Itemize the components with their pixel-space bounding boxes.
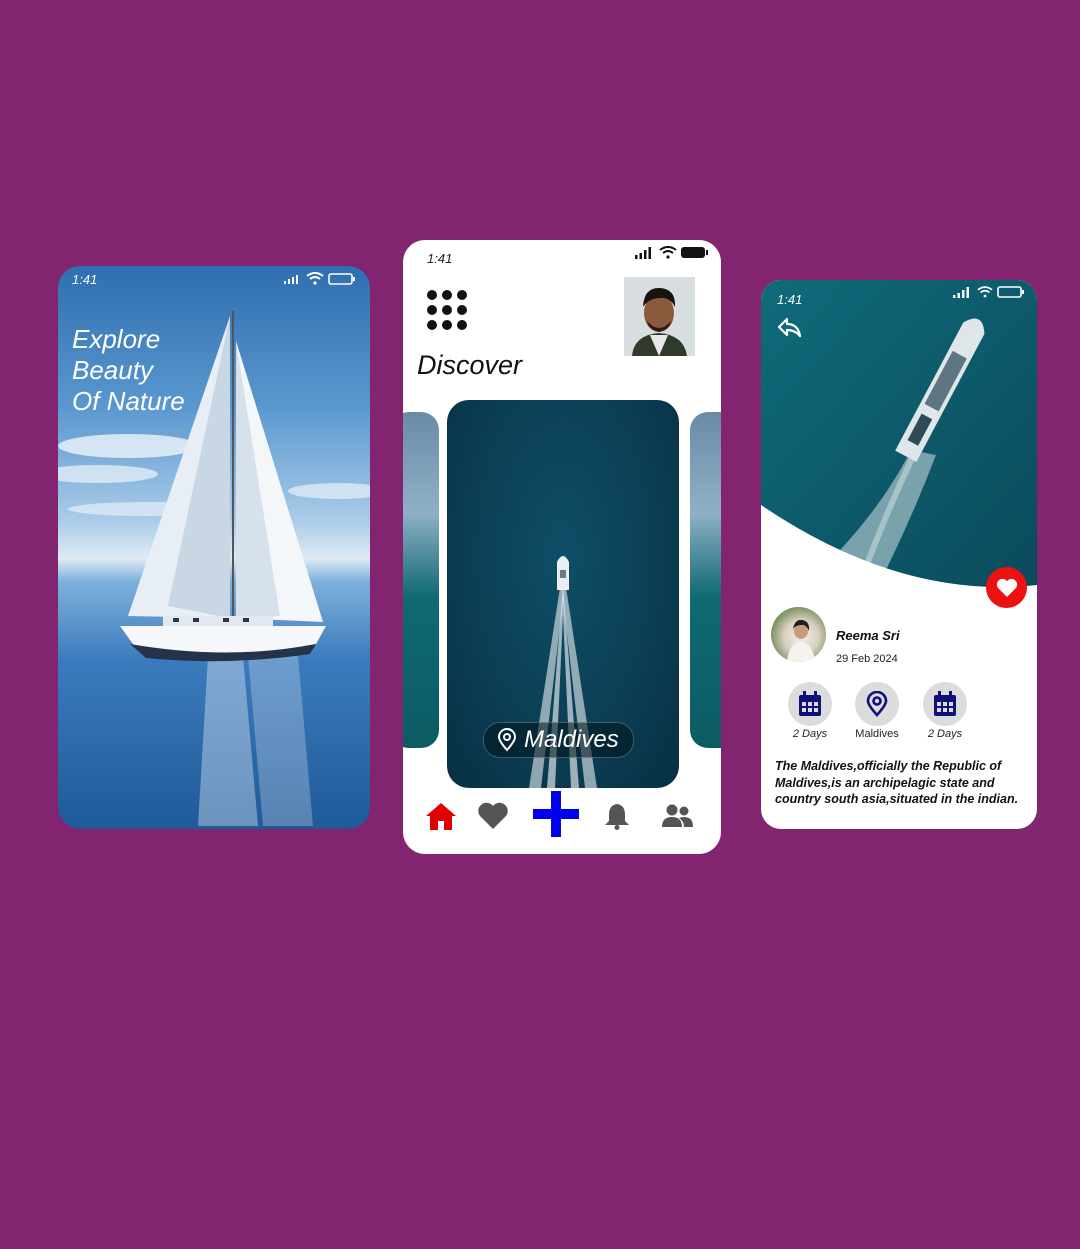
battery-icon — [328, 272, 355, 285]
stat-duration: 2 Days — [778, 682, 842, 740]
signal-icon — [953, 286, 969, 298]
destination-card[interactable]: Maldives — [447, 400, 679, 788]
hero-title: Explore Beauty Of Nature — [72, 324, 185, 417]
author-photo-image — [787, 619, 815, 662]
people-icon — [662, 804, 693, 827]
back-button[interactable] — [777, 316, 803, 340]
bell-icon — [605, 804, 629, 830]
profile-photo-image — [624, 277, 695, 356]
like-button[interactable] — [986, 567, 1027, 608]
profile-avatar[interactable] — [624, 277, 695, 356]
back-arrow-icon — [777, 317, 802, 338]
home-icon — [426, 803, 456, 830]
nav-notifications[interactable] — [597, 792, 637, 840]
stat-duration: 2 Days — [913, 682, 977, 740]
carousel-card-next[interactable] — [690, 412, 721, 748]
status-time: 1:41 — [72, 272, 98, 287]
post-date: 29 Feb 2024 — [836, 653, 898, 665]
bottom-navigation — [421, 791, 711, 852]
destination-description: The Maldives,officially the Republic of … — [775, 759, 1019, 806]
wifi-icon — [659, 246, 677, 259]
hero-title-line: Of Nature — [72, 386, 185, 416]
detail-screen: 1:41 Reema Sri 29 Feb 2024 2 Days Maldiv… — [761, 280, 1037, 829]
location-label: Maldives — [524, 726, 619, 753]
nav-home[interactable] — [421, 792, 461, 840]
splash-screen: 1:41 Explore Beauty Of Nature — [58, 266, 370, 829]
carousel-card-previous[interactable] — [403, 412, 439, 748]
heart-icon — [996, 578, 1017, 597]
calendar-icon — [799, 691, 821, 716]
status-icons — [953, 286, 1025, 298]
signal-icon — [635, 246, 651, 259]
location-chip[interactable]: Maldives — [483, 722, 634, 758]
battery-icon — [681, 247, 708, 258]
status-icons — [635, 246, 709, 259]
wifi-icon — [977, 286, 993, 298]
battery-icon — [997, 286, 1024, 298]
stat-location: Maldives — [845, 682, 909, 740]
nav-people[interactable] — [657, 792, 697, 840]
plus-icon — [533, 791, 579, 837]
stat-icon-circle — [923, 682, 967, 726]
status-time: 1:41 — [427, 251, 453, 266]
stat-icon-circle — [788, 682, 832, 726]
signal-icon — [284, 274, 298, 284]
location-pin-icon — [866, 691, 888, 717]
author-name: Reema Sri — [836, 628, 900, 643]
stat-icon-circle — [855, 682, 899, 726]
stat-label: Maldives — [855, 728, 899, 740]
discover-screen: 1:41 Discover Maldives — [403, 240, 721, 854]
hero-title-line: Explore — [72, 324, 161, 354]
wifi-icon — [306, 272, 324, 285]
heart-icon — [478, 802, 508, 829]
nav-add[interactable] — [532, 788, 580, 840]
discover-heading: Discover — [417, 350, 523, 380]
status-icons — [284, 272, 356, 285]
menu-grid-icon[interactable] — [427, 290, 471, 330]
stat-label: 2 Days — [792, 728, 828, 740]
hero-title-line: Beauty — [72, 355, 153, 385]
author-avatar[interactable] — [771, 607, 826, 662]
status-time: 1:41 — [777, 292, 803, 307]
stat-label: 2 Days — [927, 728, 963, 740]
location-pin-icon — [497, 728, 517, 752]
nav-favorites[interactable] — [473, 792, 513, 840]
calendar-icon — [934, 691, 956, 716]
